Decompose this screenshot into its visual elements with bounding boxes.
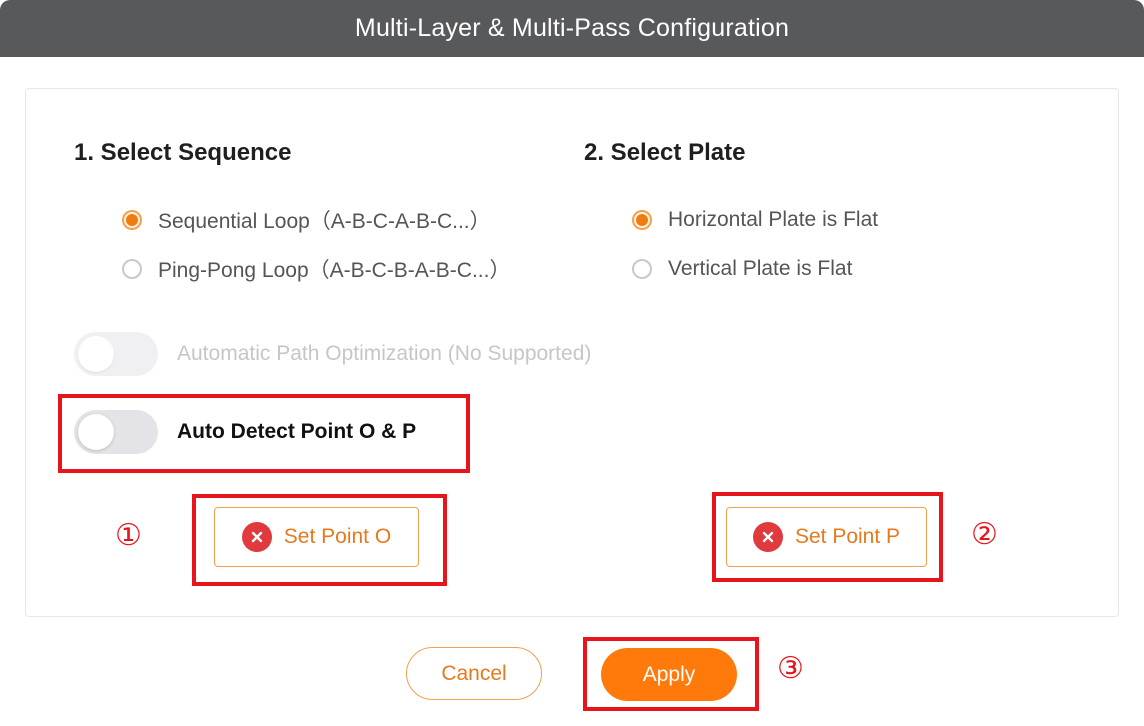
dialog-title: Multi-Layer & Multi-Pass Configuration: [354, 14, 790, 42]
cancel-button[interactable]: Cancel: [406, 647, 542, 700]
step-1-marker: ①: [115, 518, 142, 553]
sequence-heading: 1. Select Sequence: [74, 139, 292, 166]
step-3-marker: ③: [777, 651, 804, 686]
path-optimization-toggle: [74, 332, 158, 376]
radio-sequential-loop[interactable]: Sequential Loop（A-B-C-A-B-C...）: [122, 205, 491, 235]
annotation-box-auto-detect: [58, 394, 470, 473]
radio-label: Vertical Plate is Flat: [668, 257, 853, 280]
radio-unchecked-icon[interactable]: [122, 259, 142, 279]
step-2-marker: ②: [971, 517, 998, 552]
radio-ping-pong-loop[interactable]: Ping-Pong Loop（A-B-C-B-A-B-C...）: [122, 254, 510, 284]
set-point-o-label: Set Point O: [283, 525, 392, 548]
radio-unchecked-icon[interactable]: [632, 259, 652, 279]
apply-label: Apply: [642, 662, 696, 686]
apply-button[interactable]: Apply: [601, 648, 737, 701]
radio-label: Sequential Loop（A-B-C-A-B-C...）: [158, 210, 491, 233]
set-point-p-label: Set Point P: [794, 525, 901, 548]
radio-vertical-plate[interactable]: Vertical Plate is Flat: [632, 254, 852, 284]
toggle-knob: [78, 336, 114, 372]
set-point-o-button[interactable]: Set Point O: [214, 507, 419, 567]
error-x-icon: [752, 522, 783, 552]
toggle-row-path-optimization: Automatic Path Optimization (No Supporte…: [74, 332, 591, 376]
cancel-label: Cancel: [441, 661, 507, 685]
dialog-titlebar: Multi-Layer & Multi-Pass Configuration: [0, 0, 1144, 57]
set-point-p-button[interactable]: Set Point P: [726, 507, 927, 567]
error-x-icon: [241, 522, 272, 552]
radio-horizontal-plate[interactable]: Horizontal Plate is Flat: [632, 205, 878, 235]
plate-heading: 2. Select Plate: [584, 139, 746, 166]
path-optimization-label: Automatic Path Optimization (No Supporte…: [177, 342, 592, 365]
radio-label: Horizontal Plate is Flat: [668, 208, 879, 231]
radio-checked-icon[interactable]: [632, 210, 652, 230]
radio-checked-icon[interactable]: [122, 210, 142, 230]
radio-label: Ping-Pong Loop（A-B-C-B-A-B-C...）: [158, 259, 511, 282]
